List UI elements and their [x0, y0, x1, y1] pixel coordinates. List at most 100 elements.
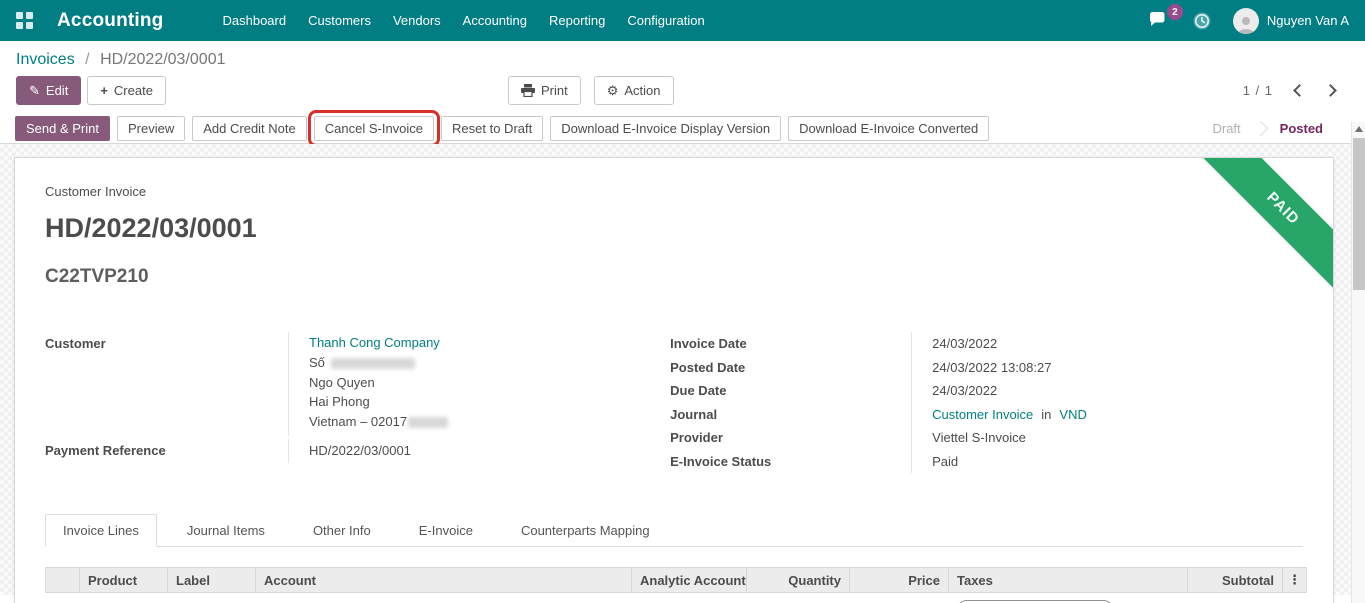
- cell-product[interactable]: Product A: [79, 592, 168, 603]
- send-print-button[interactable]: Send & Print: [15, 115, 110, 141]
- tab-journal-items[interactable]: Journal Items: [169, 514, 283, 547]
- invoice-form-card: PAID Customer Invoice HD/2022/03/0001 C2…: [14, 157, 1334, 603]
- col-product[interactable]: Product: [79, 567, 168, 593]
- app-name[interactable]: Accounting: [57, 10, 164, 32]
- invoice-reference: C22TVP210: [45, 266, 149, 287]
- payment-reference-value: HD/2022/03/0001: [288, 439, 654, 463]
- customer-address-line-1: Số: [309, 353, 654, 373]
- col-taxes[interactable]: Taxes: [948, 567, 1188, 593]
- customer-label: Customer: [45, 336, 106, 351]
- notebook-tabs: Invoice Lines Journal Items Other Info E…: [45, 513, 1303, 547]
- print-button[interactable]: Print: [508, 75, 581, 105]
- reset-to-draft-button[interactable]: Reset to Draft: [441, 115, 544, 141]
- toolbar: ✎ Edit + Create Print ⚙ Action 1 / 1: [0, 71, 1365, 113]
- breadcrumb-current: HD/2022/03/0001: [100, 51, 226, 68]
- invoice-type-label: Customer Invoice: [45, 184, 147, 199]
- content-area: PAID Customer Invoice HD/2022/03/0001 C2…: [0, 144, 1365, 603]
- table-header-row: Product Label Account Analytic Account Q…: [45, 567, 1307, 593]
- apps-grid-icon[interactable]: [16, 12, 33, 29]
- state-arrow-separator: [1252, 120, 1268, 136]
- col-subtotal[interactable]: Subtotal: [1187, 567, 1283, 593]
- pager-previous-icon[interactable]: [1293, 83, 1306, 97]
- menu-vendors[interactable]: Vendors: [382, 0, 452, 41]
- cell-price[interactable]: 1,000,000.00: [849, 592, 949, 603]
- create-button[interactable]: + Create: [87, 75, 166, 105]
- preview-button[interactable]: Preview: [117, 115, 186, 141]
- breadcrumb-invoices-link[interactable]: Invoices: [16, 51, 75, 68]
- cell-analytic[interactable]: [631, 592, 747, 603]
- menu-reporting[interactable]: Reporting: [538, 0, 616, 41]
- payment-reference-label: Payment Reference: [45, 443, 166, 458]
- customer-address-line-4: Vietnam – 02017: [309, 412, 654, 432]
- state-posted[interactable]: Posted: [1270, 121, 1333, 136]
- menu-customers[interactable]: Customers: [297, 0, 382, 41]
- journal-link[interactable]: Customer Invoice: [932, 407, 1033, 422]
- pager-counter: 1 / 1: [1242, 82, 1273, 98]
- tab-invoice-lines[interactable]: Invoice Lines: [45, 514, 157, 547]
- cell-taxes[interactable]: Value Added Tax (VAT) 10%: [948, 592, 1188, 603]
- col-label[interactable]: Label: [167, 567, 256, 593]
- activity-clock-icon[interactable]: [1192, 11, 1212, 31]
- top-navbar: Accounting Dashboard Customers Vendors A…: [0, 0, 1365, 41]
- invoice-number: HD/2022/03/0001: [45, 213, 257, 243]
- cell-subtotal: 1,000,000 đ: [1187, 592, 1283, 603]
- plus-icon: +: [100, 82, 108, 98]
- vertical-scrollbar[interactable]: [1351, 122, 1365, 603]
- menu-configuration[interactable]: Configuration: [616, 0, 715, 41]
- optional-columns-icon[interactable]: ⋮: [1282, 567, 1307, 593]
- col-analytic-account[interactable]: Analytic Account: [631, 567, 747, 593]
- menu-dashboard[interactable]: Dashboard: [212, 0, 298, 41]
- payment-reference-field: Payment Reference HD/2022/03/0001: [45, 439, 654, 463]
- currency-link[interactable]: VND: [1059, 407, 1086, 422]
- messages-badge: 2: [1166, 4, 1183, 20]
- breadcrumb-separator: /: [85, 51, 90, 68]
- breadcrumb: Invoices / HD/2022/03/0001: [0, 41, 1365, 71]
- provider-value: Viettel S-Invoice: [911, 426, 1303, 450]
- add-credit-note-button[interactable]: Add Credit Note: [192, 115, 307, 141]
- redacted-text: [330, 358, 415, 370]
- tab-counterparts-mapping[interactable]: Counterparts Mapping: [503, 514, 668, 547]
- tab-other-info[interactable]: Other Info: [295, 514, 389, 547]
- einvoice-status-value: Paid: [911, 449, 1303, 473]
- invoice-date-value: 24/03/2022: [911, 332, 1303, 356]
- statusbar: Send & Print Preview Add Credit Note Can…: [0, 109, 1365, 147]
- scrollbar-thumb[interactable]: [1353, 138, 1365, 290]
- cell-quantity[interactable]: 1.00: [746, 592, 850, 603]
- edit-button[interactable]: ✎ Edit: [16, 75, 82, 105]
- col-quantity[interactable]: Quantity: [746, 567, 850, 593]
- printer-icon: [521, 83, 535, 97]
- state-draft[interactable]: Draft: [1202, 121, 1250, 136]
- col-price[interactable]: Price: [849, 567, 949, 593]
- journal-value: Customer Invoice in VND: [911, 402, 1303, 426]
- scroll-up-arrow-icon[interactable]: [1355, 126, 1363, 132]
- customer-name-link[interactable]: Thanh Cong Company: [309, 335, 440, 350]
- customer-address-line-2: Ngo Quyen: [309, 374, 375, 390]
- avatar: [1232, 7, 1259, 34]
- user-menu[interactable]: Nguyen Van A: [1232, 7, 1349, 34]
- invoice-details: Customer Thanh Cong Company Số Ngo Quyen…: [45, 332, 1303, 473]
- posted-date-value: 24/03/2022 13:08:27: [911, 355, 1303, 379]
- menu-accounting[interactable]: Accounting: [452, 0, 538, 41]
- download-einvoice-display-button[interactable]: Download E-Invoice Display Version: [550, 115, 782, 141]
- tab-e-invoice[interactable]: E-Invoice: [401, 514, 491, 547]
- provider-field: Provider Viettel S-Invoice: [670, 426, 1303, 450]
- cancel-s-invoice-button[interactable]: Cancel S-Invoice: [307, 109, 441, 147]
- due-date-field: Due Date 24/03/2022: [670, 379, 1303, 403]
- main-menu: Dashboard Customers Vendors Accounting R…: [212, 0, 716, 41]
- invoice-lines-table: Product Label Account Analytic Account Q…: [45, 567, 1307, 603]
- redacted-text: [408, 416, 449, 428]
- pager-next-icon[interactable]: [1324, 83, 1337, 97]
- gear-icon: ⚙: [606, 82, 619, 98]
- invoice-line-row[interactable]: Product A Product A 5111 Revenue from sa…: [45, 592, 1307, 603]
- cell-label[interactable]: Product A: [167, 592, 256, 603]
- row-handle: [45, 592, 80, 603]
- handle-column-header: [45, 567, 80, 593]
- download-einvoice-converted-button[interactable]: Download E-Invoice Converted: [788, 115, 990, 141]
- cell-account[interactable]: 5111 Revenue from sales of merchandises: [255, 592, 632, 603]
- pager: 1 / 1: [1242, 82, 1337, 98]
- posted-date-field: Posted Date 24/03/2022 13:08:27: [670, 355, 1303, 379]
- col-account[interactable]: Account: [255, 567, 632, 593]
- due-date-value: 24/03/2022: [911, 379, 1303, 403]
- messages-icon[interactable]: 2: [1149, 4, 1183, 29]
- action-button[interactable]: ⚙ Action: [593, 75, 674, 105]
